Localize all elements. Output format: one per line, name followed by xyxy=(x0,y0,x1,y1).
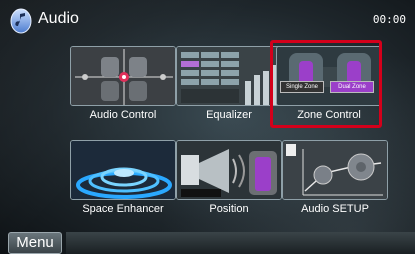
position-button[interactable]: Position xyxy=(176,136,282,244)
menu-button[interactable]: Menu xyxy=(8,232,62,254)
equalizer-sliders-icon xyxy=(176,46,282,106)
speaker-setup-icon xyxy=(282,140,388,200)
page-title: Audio xyxy=(38,10,79,27)
audio-control-button[interactable]: Audio Control xyxy=(70,42,176,150)
header-bar: Audio 00:00 xyxy=(0,0,415,38)
bottom-bar xyxy=(66,232,415,254)
tile-label: Space Enhancer xyxy=(82,203,164,215)
seat-balance-icon xyxy=(70,46,176,106)
tile-label: Audio SETUP xyxy=(301,203,369,215)
audio-app-icon xyxy=(10,8,32,34)
listening-position-icon xyxy=(176,140,282,200)
sound-rings-icon xyxy=(70,140,176,200)
tile-label: Audio Control xyxy=(89,109,157,121)
audio-setup-button[interactable]: Audio SETUP xyxy=(282,136,388,244)
equalizer-button[interactable]: Equalizer xyxy=(176,42,282,150)
selection-highlight xyxy=(270,40,382,128)
audio-screen: Audio 00:00 Audio Control Equalizer Sing… xyxy=(0,0,415,254)
clock: 00:00 xyxy=(372,13,406,26)
tile-label: Position xyxy=(209,203,249,215)
space-enhancer-button[interactable]: Space Enhancer xyxy=(70,136,176,244)
